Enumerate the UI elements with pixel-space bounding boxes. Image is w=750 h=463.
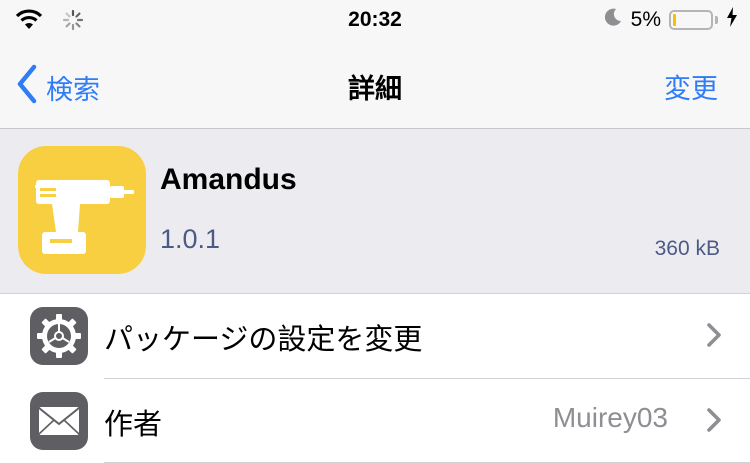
envelope-icon [30,392,88,450]
page-title: 詳細 [348,74,402,105]
chevron-right-icon [706,322,722,352]
change-package-settings-row[interactable]: パッケージの設定を変更 [0,294,750,378]
package-size: 360 kB [654,237,720,260]
package-icon [18,146,146,274]
navigation-bar: 検索 詳細 変更 [0,42,750,129]
author-row[interactable]: 作者 Muirey03 [0,379,750,463]
package-version: 1.0.1 [160,224,221,254]
battery-icon [669,10,713,30]
edit-button[interactable]: 変更 [664,67,718,106]
status-bar: 20:32 5% [0,0,750,42]
charging-bolt-icon [726,7,738,33]
gear-icon [30,307,88,365]
row-label: 作者 [104,407,163,441]
package-name: Amandus [160,163,297,196]
battery-fill [673,14,676,26]
drill-icon [18,180,146,278]
battery-percent: 5% [630,8,661,31]
author-name: Muirey03 [552,402,668,433]
chevron-right-icon [706,407,722,437]
package-header: Amandus 1.0.1 360 kB [0,129,750,294]
battery-cap [715,16,718,24]
row-label: パッケージの設定を変更 [104,322,423,356]
do-not-disturb-moon-icon [603,7,623,33]
